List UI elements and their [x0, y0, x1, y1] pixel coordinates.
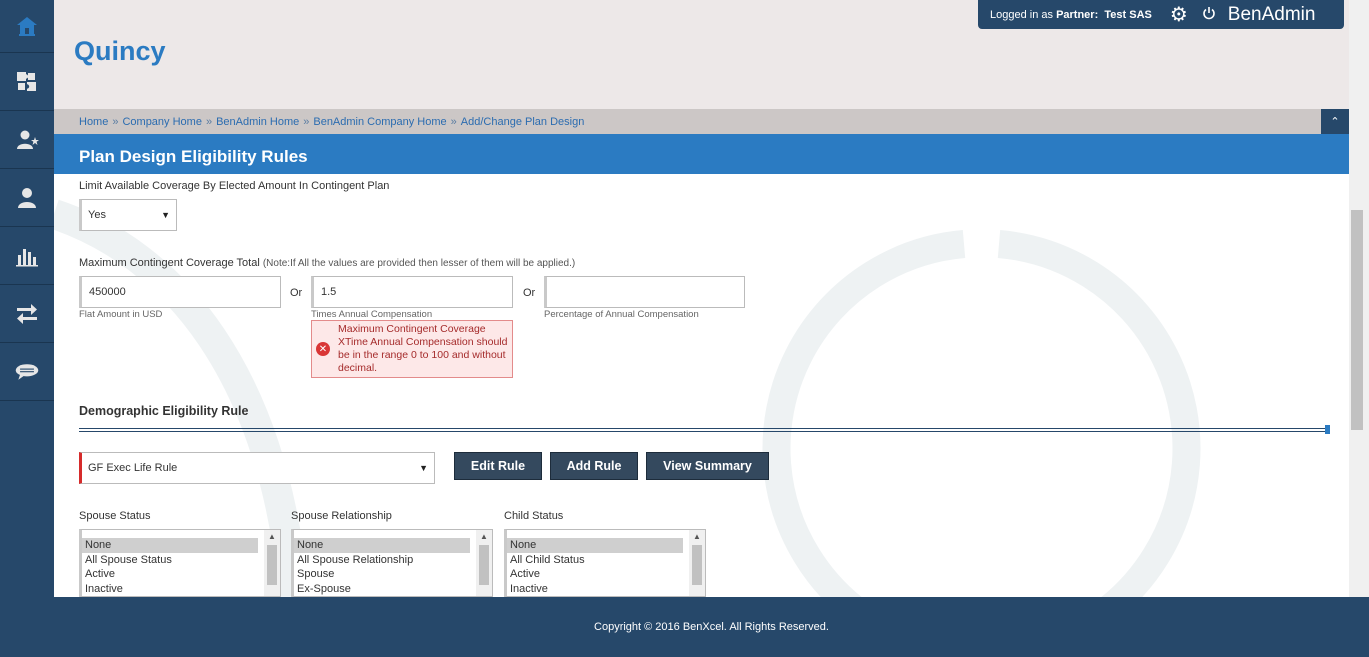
- list-option[interactable]: All Spouse Relationship: [294, 553, 492, 568]
- error-tooltip: ✕ Maximum Contingent Coverage XTime Annu…: [311, 320, 513, 378]
- sidebar-item-partner[interactable]: [0, 111, 54, 169]
- error-icon: ✕: [316, 342, 330, 356]
- add-rule-button[interactable]: Add Rule: [550, 452, 638, 480]
- breadcrumb-plan-design[interactable]: Add/Change Plan Design: [461, 116, 585, 128]
- breadcrumb: Home» Company Home» BenAdmin Home» BenAd…: [54, 109, 1349, 134]
- spouse-relationship-list[interactable]: None All Spouse Relationship Spouse Ex-S…: [291, 529, 493, 597]
- page-scroll-thumb[interactable]: [1351, 210, 1363, 430]
- view-summary-button[interactable]: View Summary: [646, 452, 769, 480]
- scroll-up-icon[interactable]: ▲: [480, 532, 488, 541]
- sidebar: [0, 0, 54, 597]
- list-option[interactable]: Inactive: [507, 582, 705, 597]
- company-name: Quincy: [74, 36, 166, 66]
- list-option[interactable]: All Spouse Status: [82, 553, 280, 568]
- sidebar-item-transfer[interactable]: [0, 285, 54, 343]
- caret-down-icon: ▼: [161, 210, 170, 220]
- gear-icon[interactable]: ⚙: [1170, 5, 1188, 25]
- list-option[interactable]: All Child Status: [507, 553, 705, 568]
- child-status-list[interactable]: None All Child Status Active Inactive ▲: [504, 529, 706, 597]
- scroll-thumb[interactable]: [267, 545, 277, 585]
- times-compensation-input[interactable]: 1.5: [311, 276, 513, 308]
- list-option[interactable]: Inactive: [82, 582, 280, 597]
- list-scrollbar[interactable]: ▲: [264, 530, 280, 596]
- power-icon[interactable]: [1202, 6, 1216, 23]
- limit-coverage-select[interactable]: Yes ▼: [79, 199, 177, 231]
- breadcrumb-benadmin-home[interactable]: BenAdmin Home: [216, 116, 299, 128]
- home-icon: [17, 17, 37, 36]
- or-label: Or: [523, 287, 536, 299]
- scroll-thumb[interactable]: [692, 545, 702, 585]
- caret-down-icon: ▼: [419, 463, 428, 473]
- section-divider: [79, 425, 1330, 434]
- list-option[interactable]: None: [507, 538, 683, 553]
- login-info: Logged in as Partner: Test SAS: [990, 9, 1152, 21]
- max-coverage-label: Maximum Contingent Coverage Total (Note:…: [79, 257, 575, 269]
- login-prefix: Logged in as: [990, 8, 1057, 21]
- demographic-rule-title: Demographic Eligibility Rule: [79, 404, 249, 418]
- footer: Copyright © 2016 BenXcel. All Rights Res…: [0, 597, 1369, 657]
- page-title: Plan Design Eligibility Rules: [54, 134, 1349, 174]
- login-user: Test SAS: [1104, 8, 1152, 21]
- sidebar-item-user[interactable]: [0, 169, 54, 227]
- percent-compensation-input[interactable]: [544, 276, 745, 308]
- spouse-relationship-label: Spouse Relationship: [291, 510, 392, 522]
- spouse-status-list[interactable]: None All Spouse Status Active Inactive ▲: [79, 529, 281, 597]
- list-option[interactable]: None: [294, 538, 470, 553]
- list-scrollbar[interactable]: ▲: [476, 530, 492, 596]
- times-compensation-label: Times Annual Compensation: [311, 309, 433, 320]
- max-coverage-title: Maximum Contingent Coverage Total: [79, 257, 260, 269]
- error-message: Maximum Contingent Coverage XTime Annual…: [338, 323, 508, 374]
- bar-chart-icon: [16, 248, 38, 266]
- flat-amount-label: Flat Amount in USD: [79, 309, 163, 320]
- sidebar-item-home[interactable]: [0, 0, 54, 53]
- chat-bubble-icon: [15, 363, 39, 380]
- sidebar-item-messages[interactable]: [0, 343, 54, 401]
- percent-compensation-label: Percentage of Annual Compensation: [544, 309, 699, 320]
- transfer-arrows-icon: [17, 303, 37, 324]
- flat-amount-input[interactable]: 450000: [79, 276, 281, 308]
- list-option[interactable]: Active: [82, 567, 280, 582]
- divider-end-marker: [1325, 425, 1330, 434]
- scroll-up-icon[interactable]: ▲: [268, 532, 276, 541]
- breadcrumb-separator: »: [112, 115, 119, 128]
- sidebar-item-reports[interactable]: [0, 227, 54, 285]
- spouse-status-label: Spouse Status: [79, 510, 151, 522]
- copyright-text: Copyright © 2016 BenXcel. All Rights Res…: [594, 621, 829, 633]
- breadcrumb-separator: »: [303, 115, 310, 128]
- sidebar-item-modules[interactable]: [0, 53, 54, 111]
- breadcrumb-benadmin-company-home[interactable]: BenAdmin Company Home: [313, 116, 446, 128]
- brand-name: BenAdmin: [1227, 3, 1316, 25]
- scroll-thumb[interactable]: [479, 545, 489, 585]
- demographic-rule-select[interactable]: GF Exec Life Rule ▼: [79, 452, 435, 484]
- scroll-up-icon[interactable]: ▲: [693, 532, 701, 541]
- main-content: Limit Available Coverage By Elected Amou…: [54, 174, 1349, 597]
- puzzle-icon: [17, 71, 36, 91]
- user-star-icon: [17, 130, 39, 149]
- page-scrollbar[interactable]: [1349, 0, 1369, 597]
- limit-coverage-label: Limit Available Coverage By Elected Amou…: [79, 180, 390, 192]
- child-status-label: Child Status: [504, 510, 564, 522]
- list-option[interactable]: Spouse: [294, 567, 492, 582]
- breadcrumb-company-home[interactable]: Company Home: [122, 116, 201, 128]
- collapse-header-button[interactable]: ⌃: [1321, 109, 1349, 134]
- list-scrollbar[interactable]: ▲: [689, 530, 705, 596]
- user-bar: Logged in as Partner: Test SAS ⚙ BenAdmi…: [978, 0, 1344, 29]
- breadcrumb-separator: »: [450, 115, 457, 128]
- list-option[interactable]: Ex-Spouse: [294, 582, 492, 597]
- max-coverage-note: (Note:If All the values are provided the…: [262, 258, 576, 269]
- breadcrumb-separator: »: [205, 115, 213, 128]
- list-option[interactable]: None: [82, 538, 258, 553]
- breadcrumb-home[interactable]: Home: [79, 116, 108, 128]
- list-option[interactable]: Active: [507, 567, 705, 582]
- limit-coverage-value: Yes: [88, 209, 106, 221]
- chevron-up-icon: ⌃: [1330, 116, 1340, 128]
- or-label: Or: [290, 287, 303, 299]
- user-icon: [18, 187, 36, 208]
- login-role: Partner:: [1056, 8, 1099, 21]
- edit-rule-button[interactable]: Edit Rule: [454, 452, 542, 480]
- demographic-rule-value: GF Exec Life Rule: [88, 462, 178, 474]
- page-header: Quincy Logged in as Partner: Test SAS ⚙ …: [54, 0, 1349, 109]
